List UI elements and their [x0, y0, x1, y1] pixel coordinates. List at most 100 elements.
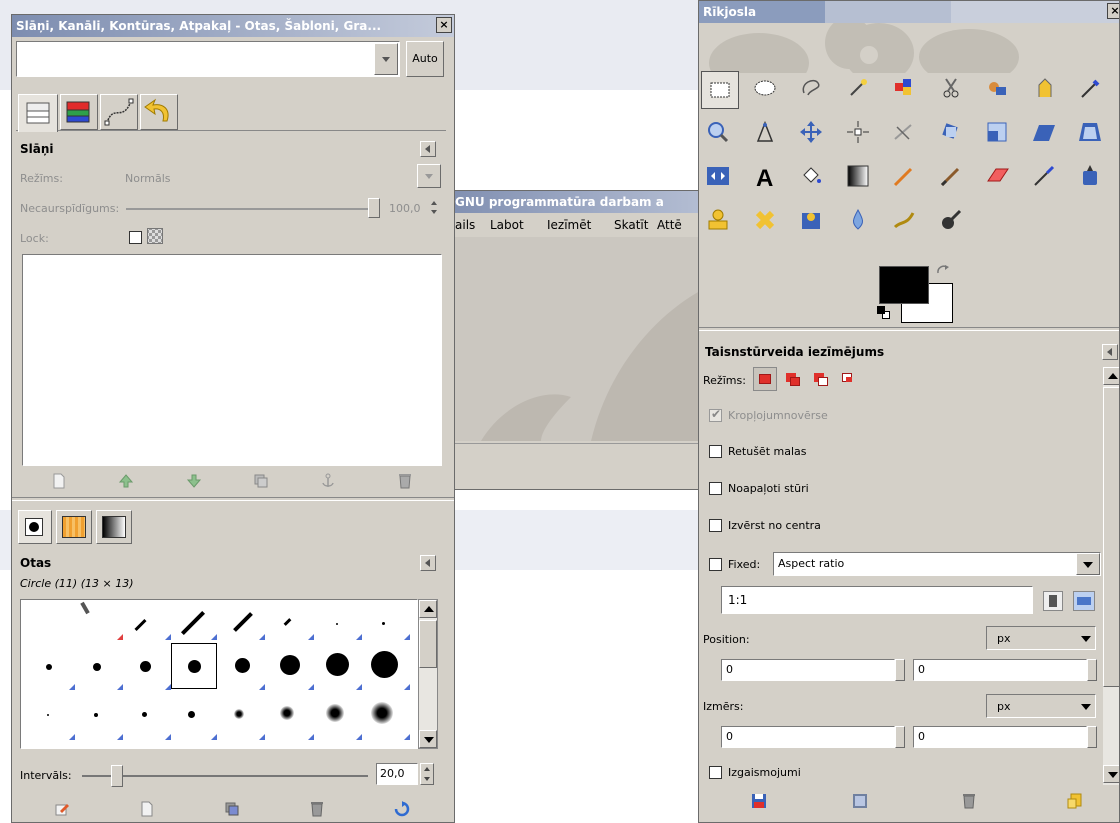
feather-label[interactable]: Retušēt malas	[728, 445, 807, 458]
highlight-label[interactable]: Izgaismojumi	[728, 766, 801, 779]
selected-brush[interactable]	[171, 643, 217, 689]
reset-options-icon[interactable]	[1067, 793, 1083, 809]
tool-bucket-fill[interactable]	[796, 161, 826, 191]
position-x-spin[interactable]	[895, 659, 905, 681]
tool-rotate[interactable]	[936, 117, 966, 147]
scroll-thumb[interactable]	[419, 620, 437, 668]
expand-from-center-checkbox[interactable]	[709, 519, 722, 532]
brush-item[interactable]	[336, 623, 338, 625]
save-options-icon[interactable]	[751, 793, 767, 809]
tool-heal[interactable]	[750, 205, 780, 235]
auto-button[interactable]: Auto	[406, 41, 444, 77]
highlight-checkbox[interactable]	[709, 766, 722, 779]
foreground-color-swatch[interactable]	[879, 266, 929, 304]
brush-item[interactable]	[382, 622, 385, 625]
fixed-label[interactable]: Fixed:	[728, 558, 760, 571]
menu-image[interactable]: Attē	[657, 218, 682, 232]
size-unit-combo[interactable]: px	[986, 694, 1096, 718]
image-menu-combo[interactable]	[16, 41, 400, 77]
feather-checkbox[interactable]	[709, 445, 722, 458]
tool-shear[interactable]	[1029, 117, 1059, 147]
default-colors-icon[interactable]	[877, 306, 891, 320]
scroll-up-button[interactable]	[1103, 367, 1119, 385]
rounded-corners-label[interactable]: Noapaļoti stūri	[728, 482, 809, 495]
tool-color-select[interactable]	[889, 73, 919, 103]
rounded-corners-checkbox[interactable]	[709, 482, 722, 495]
size-h-spin[interactable]	[1087, 726, 1097, 748]
tool-options-scrollbar[interactable]	[1103, 367, 1119, 785]
layers-list[interactable]	[22, 254, 442, 466]
close-button[interactable]: ×	[1107, 3, 1119, 19]
opacity-slider-handle[interactable]	[368, 198, 380, 218]
panel-menu-button[interactable]	[420, 555, 436, 571]
fixed-combo-button[interactable]	[1076, 553, 1100, 575]
tool-align[interactable]	[843, 117, 873, 147]
tool-ellipse-select[interactable]	[750, 73, 780, 103]
anchor-layer-icon[interactable]	[320, 473, 336, 489]
delete-options-icon[interactable]	[961, 793, 977, 809]
canvas-area[interactable]	[441, 237, 729, 441]
menu-view[interactable]: Skatīt	[614, 218, 648, 232]
scroll-up-button[interactable]	[419, 600, 437, 618]
brush-item[interactable]	[283, 618, 292, 626]
brush-item[interactable]	[371, 702, 393, 724]
delete-brush-icon[interactable]	[309, 801, 325, 817]
duplicate-layer-icon[interactable]	[253, 473, 269, 489]
menu-select[interactable]: Iezīmēt	[547, 218, 591, 232]
layers-dock-titlebar[interactable]: Slāņi, Kanāli, Kontūras, Atpakaļ - Otas,…	[12, 15, 454, 37]
aspect-ratio-input[interactable]: 1:1	[721, 586, 1033, 614]
brush-grid[interactable]	[20, 599, 418, 749]
tool-scissors[interactable]	[936, 73, 966, 103]
position-x-input[interactable]: 0	[721, 659, 895, 681]
mode-intersect-button[interactable]	[841, 371, 859, 389]
tool-measure[interactable]	[750, 117, 780, 147]
tool-move[interactable]	[796, 117, 826, 147]
brush-item[interactable]	[371, 651, 398, 678]
fixed-combo[interactable]: Aspect ratio	[773, 552, 1101, 576]
tool-smudge[interactable]	[889, 205, 919, 235]
brush-item[interactable]	[233, 612, 253, 632]
size-w-input[interactable]: 0	[721, 726, 895, 748]
tab-paths[interactable]	[100, 94, 138, 130]
brush-item[interactable]	[93, 663, 101, 671]
brush-item[interactable]	[46, 664, 52, 670]
opacity-spin-button[interactable]	[430, 198, 440, 218]
spacing-slider-track[interactable]	[82, 775, 368, 777]
raise-layer-icon[interactable]	[118, 473, 134, 489]
position-unit-combo[interactable]: px	[986, 626, 1096, 650]
tool-paths[interactable]	[1029, 73, 1059, 103]
tool-color-picker[interactable]	[1075, 73, 1105, 103]
tool-clone[interactable]	[703, 205, 733, 235]
menu-file[interactable]: ails	[455, 218, 475, 232]
new-layer-icon[interactable]	[51, 473, 67, 489]
brush-item[interactable]	[326, 704, 344, 722]
brush-grid-scrollbar[interactable]	[418, 599, 438, 749]
size-w-spin[interactable]	[895, 726, 905, 748]
mode-add-button[interactable]	[785, 371, 803, 389]
tab-layers[interactable]	[18, 94, 58, 132]
fixed-checkbox[interactable]	[709, 558, 722, 571]
tool-scale[interactable]	[982, 117, 1012, 147]
mode-replace-button[interactable]	[753, 367, 777, 391]
brush-item[interactable]	[180, 610, 206, 636]
brush-item[interactable]	[140, 661, 151, 672]
position-y-spin[interactable]	[1087, 659, 1097, 681]
close-button[interactable]: ×	[436, 17, 452, 33]
opacity-slider-track[interactable]	[126, 208, 374, 210]
refresh-brushes-icon[interactable]	[394, 801, 410, 817]
tool-eraser[interactable]	[982, 161, 1012, 191]
panel-menu-button[interactable]	[1102, 344, 1118, 360]
tool-free-select[interactable]	[796, 73, 826, 103]
tab-channels[interactable]	[60, 94, 98, 130]
mode-value[interactable]: Normāls	[125, 172, 171, 185]
tab-undo-history[interactable]	[140, 94, 178, 130]
image-window-titlebar[interactable]: GNU programmatūra darbam a	[441, 191, 729, 213]
delete-layer-icon[interactable]	[397, 473, 413, 489]
duplicate-brush-icon[interactable]	[224, 801, 240, 817]
brush-item[interactable]	[280, 655, 300, 675]
tool-perspective[interactable]	[1075, 117, 1105, 147]
tab-patterns[interactable]	[56, 510, 92, 544]
scroll-down-button[interactable]	[419, 730, 437, 748]
size-h-input[interactable]: 0	[913, 726, 1087, 748]
tool-perspective-clone[interactable]	[796, 205, 826, 235]
